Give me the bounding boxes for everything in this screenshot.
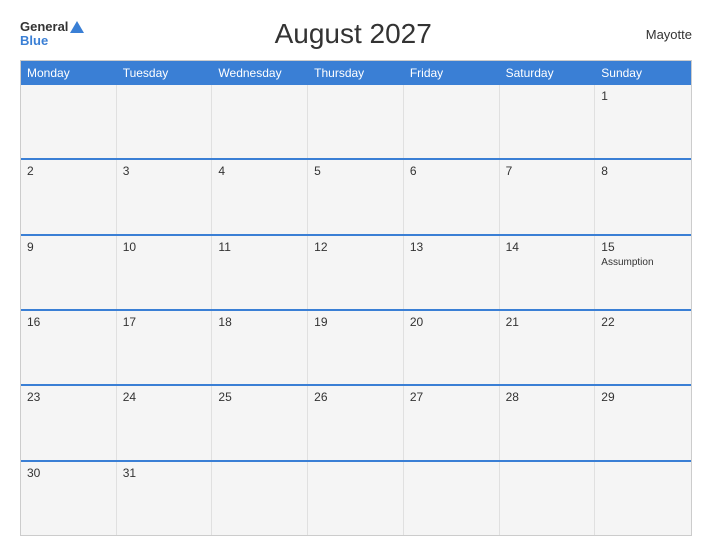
header-saturday: Saturday [500,61,596,85]
day-cell: 6 [404,160,500,233]
day-number: 2 [27,164,110,178]
day-number: 30 [27,466,110,480]
day-number: 3 [123,164,206,178]
day-number: 10 [123,240,206,254]
day-cell: 29 [595,386,691,459]
day-cell: 21 [500,311,596,384]
week-row: 23 24 25 26 27 28 29 [21,384,691,459]
day-cell: 15 Assumption [595,236,691,309]
day-cell: 1 [595,85,691,158]
day-event: Assumption [601,257,653,268]
day-number: 25 [218,390,301,404]
day-cell [212,85,308,158]
week-row: 16 17 18 19 20 21 22 [21,309,691,384]
day-number: 21 [506,315,589,329]
day-number: 16 [27,315,110,329]
day-cell: 22 [595,311,691,384]
region-label: Mayotte [622,27,692,42]
week-row: 1 [21,85,691,158]
day-cell: 19 [308,311,404,384]
day-cell: 16 [21,311,117,384]
logo: General Blue [20,20,84,49]
day-cell: 2 [21,160,117,233]
weeks: 123456789101112131415Assumption161718192… [21,85,691,535]
day-cell: 11 [212,236,308,309]
day-number: 13 [410,240,493,254]
day-number: 18 [218,315,301,329]
day-cell: 18 [212,311,308,384]
week-row: 9 10 11 12 13 14 15 Assumption [21,234,691,309]
day-number: 1 [601,89,685,103]
day-number: 23 [27,390,110,404]
day-number: 5 [314,164,397,178]
day-cell: 7 [500,160,596,233]
day-cell [308,462,404,535]
day-number: 29 [601,390,685,404]
day-number: 6 [410,164,493,178]
header-monday: Monday [21,61,117,85]
header-thursday: Thursday [308,61,404,85]
day-cell [500,462,596,535]
header-friday: Friday [404,61,500,85]
header-wednesday: Wednesday [212,61,308,85]
day-number: 9 [27,240,110,254]
day-cell: 31 [117,462,213,535]
day-number: 12 [314,240,397,254]
day-cell [21,85,117,158]
day-number: 7 [506,164,589,178]
header-tuesday: Tuesday [117,61,213,85]
day-number: 19 [314,315,397,329]
day-number: 26 [314,390,397,404]
day-number: 22 [601,315,685,329]
week-row: 30 31 [21,460,691,535]
day-cell: 25 [212,386,308,459]
day-number: 14 [506,240,589,254]
day-cell: 5 [308,160,404,233]
day-cell [595,462,691,535]
day-cell: 3 [117,160,213,233]
day-cell [308,85,404,158]
day-headers: Monday Tuesday Wednesday Thursday Friday… [21,61,691,85]
day-cell: 28 [500,386,596,459]
header-sunday: Sunday [595,61,691,85]
day-cell [500,85,596,158]
day-cell: 24 [117,386,213,459]
day-cell: 4 [212,160,308,233]
day-cell: 23 [21,386,117,459]
day-cell: 13 [404,236,500,309]
logo-blue-text: Blue [20,34,84,48]
header: General Blue August 2027 Mayotte [20,18,692,50]
day-cell: 10 [117,236,213,309]
day-number: 8 [601,164,685,178]
day-number: 11 [218,240,301,254]
day-cell [212,462,308,535]
day-number: 24 [123,390,206,404]
day-cell: 20 [404,311,500,384]
page: General Blue August 2027 Mayotte Monday … [0,0,712,550]
week-row: 2345678 [21,158,691,233]
day-cell: 30 [21,462,117,535]
day-cell: 8 [595,160,691,233]
day-cell: 27 [404,386,500,459]
calendar: Monday Tuesday Wednesday Thursday Friday… [20,60,692,536]
day-cell: 12 [308,236,404,309]
day-cell [117,85,213,158]
day-cell [404,85,500,158]
day-number: 27 [410,390,493,404]
day-number: 28 [506,390,589,404]
day-cell: 26 [308,386,404,459]
logo-general-text: General [20,20,68,34]
day-cell: 17 [117,311,213,384]
day-number: 17 [123,315,206,329]
page-title: August 2027 [84,18,622,50]
day-number: 4 [218,164,301,178]
day-cell: 14 [500,236,596,309]
day-number: 20 [410,315,493,329]
day-cell [404,462,500,535]
day-number: 31 [123,466,206,480]
day-cell: 9 [21,236,117,309]
logo-triangle-icon [70,21,84,33]
day-number: 15 [601,240,685,254]
